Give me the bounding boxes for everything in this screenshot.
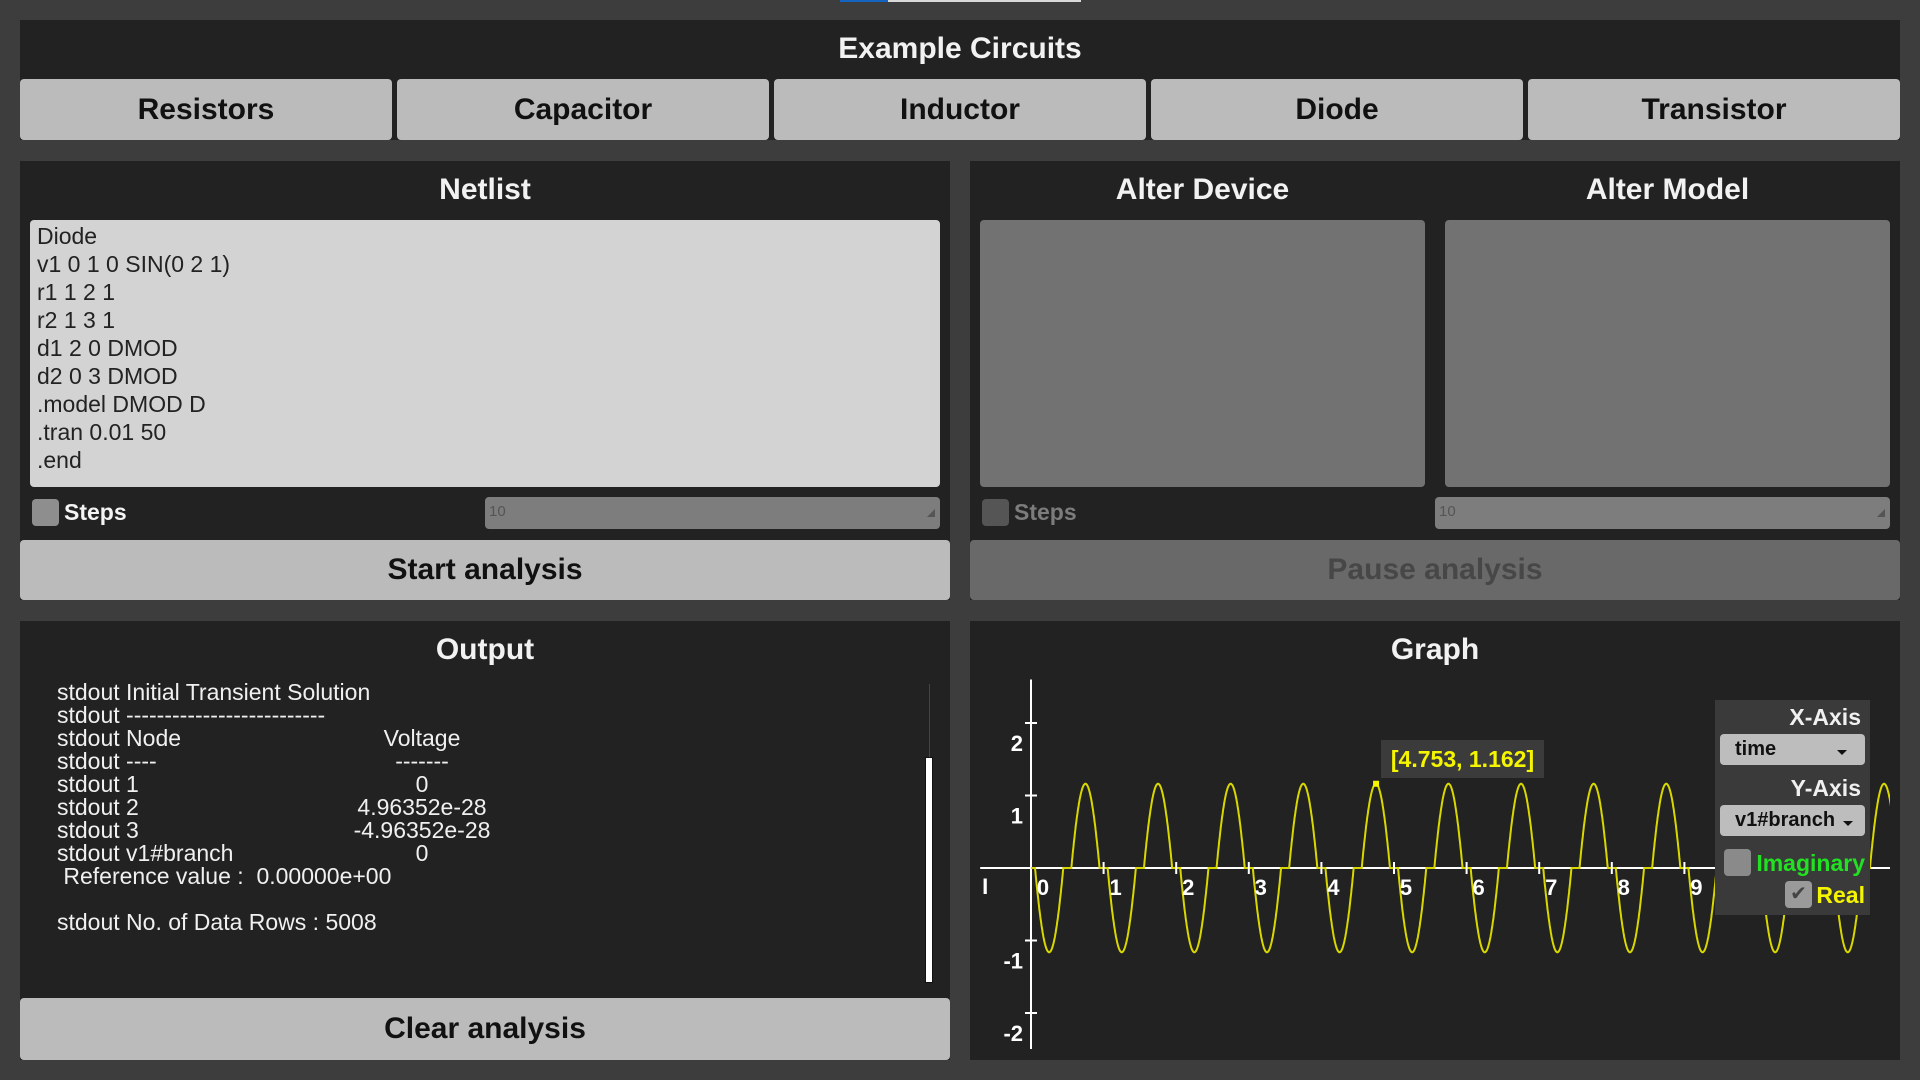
- graph-axis-controls: X-Axis time Y-Axis v1#branch Imaginary ✔…: [1715, 700, 1870, 915]
- x-tick-label-clipped: I: [982, 874, 988, 899]
- example-diode-button[interactable]: Diode: [1151, 79, 1523, 140]
- alter-device-title: Alter Device: [1115, 173, 1290, 206]
- netlist-textarea[interactable]: Diode v1 0 1 0 SIN(0 2 1) r1 1 2 1 r2 1 …: [30, 220, 940, 487]
- x-tick-label: 0: [1037, 875, 1049, 900]
- output-panel: Output stdout Initial Transient Solution…: [20, 621, 950, 1060]
- netlist-steps-input[interactable]: 10: [485, 497, 940, 529]
- x-tick-label: 1: [1109, 875, 1121, 900]
- start-analysis-button[interactable]: Start analysis: [20, 540, 950, 600]
- x-tick-label: 5: [1400, 875, 1412, 900]
- real-checkbox[interactable]: ✔: [1785, 881, 1812, 908]
- resize-handle-icon[interactable]: [1877, 509, 1885, 517]
- netlist-steps-value: 10: [489, 503, 506, 520]
- x-axis-select-value: time: [1735, 738, 1777, 760]
- example-resistors-button[interactable]: Resistors: [20, 79, 392, 140]
- top-progress-fill: [840, 0, 889, 2]
- x-tick-label: 4: [1327, 875, 1340, 900]
- output-scrollbar-track[interactable]: [929, 684, 930, 757]
- highlight-point-marker: [1373, 780, 1380, 787]
- output-title: Output: [435, 633, 535, 666]
- pause-analysis-button[interactable]: Pause analysis: [970, 540, 1900, 600]
- x-tick-label: 6: [1472, 875, 1484, 900]
- alter-model-textarea[interactable]: [1445, 220, 1890, 487]
- y-tick-label: 2: [1011, 731, 1023, 756]
- y-tick-label: 1: [1011, 804, 1023, 829]
- graph-tooltip: [4.753, 1.162]: [1381, 740, 1544, 778]
- real-label: Real: [1816, 882, 1865, 908]
- example-transistor-button[interactable]: Transistor: [1528, 79, 1900, 140]
- netlist-title: Netlist: [439, 173, 531, 206]
- alter-steps-value: 10: [1439, 503, 1456, 520]
- example-inductor-button[interactable]: Inductor: [774, 79, 1146, 140]
- x-tick-label: 7: [1545, 875, 1557, 900]
- graph-tooltip-text: [4.753, 1.162]: [1390, 746, 1535, 772]
- top-progress-bar: [840, 0, 1081, 2]
- netlist-steps-label: Steps: [64, 499, 127, 525]
- example-capacitor-button[interactable]: Capacitor: [397, 79, 769, 140]
- clear-analysis-button[interactable]: Clear analysis: [20, 998, 950, 1060]
- y-axis-heading: Y-Axis: [1790, 775, 1861, 801]
- y-tick-label: -2: [1003, 1021, 1023, 1046]
- output-line: stdout No. of Data Rows : 5008: [57, 909, 377, 935]
- alter-steps-checkbox[interactable]: [982, 499, 1009, 526]
- output-scrollbar-thumb[interactable]: [925, 757, 933, 983]
- alter-steps-label: Steps: [1014, 499, 1077, 525]
- x-axis-select[interactable]: time: [1720, 734, 1865, 765]
- output-line: Reference value : 0.00000e+00: [57, 863, 392, 889]
- chevron-down-icon: [1843, 821, 1853, 826]
- y-axis-select-value: v1#branch: [1735, 809, 1836, 831]
- x-tick-label: 8: [1618, 875, 1630, 900]
- x-tick-label: 3: [1255, 875, 1267, 900]
- checkmark-icon: ✔: [1790, 883, 1807, 905]
- y-tick-label: -1: [1003, 949, 1023, 974]
- x-tick-label: 2: [1182, 875, 1194, 900]
- imaginary-label: Imaginary: [1756, 850, 1865, 876]
- example-circuits-title: Example Circuits: [838, 32, 1082, 65]
- netlist-steps-checkbox[interactable]: [32, 499, 59, 526]
- y-axis-select[interactable]: v1#branch: [1720, 805, 1865, 836]
- alter-steps-input[interactable]: 10: [1435, 497, 1890, 529]
- x-axis-heading: X-Axis: [1789, 704, 1861, 730]
- chevron-down-icon: [1837, 750, 1847, 755]
- imaginary-checkbox[interactable]: [1724, 849, 1751, 876]
- alter-device-textarea[interactable]: [980, 220, 1425, 487]
- resize-handle-icon[interactable]: [927, 509, 935, 517]
- alter-model-title: Alter Model: [1585, 173, 1750, 206]
- x-tick-label: 9: [1690, 875, 1702, 900]
